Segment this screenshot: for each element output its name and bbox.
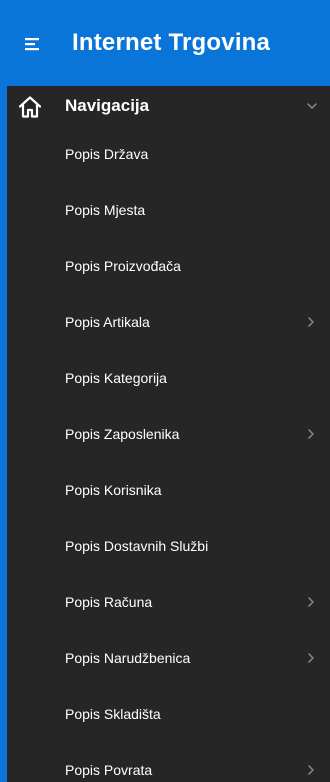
nav-item-label: Popis Država (65, 146, 149, 162)
nav-item-label: Popis Zaposlenika (65, 426, 180, 442)
nav-item[interactable]: Popis Artikala (7, 294, 330, 350)
hamburger-menu-icon (25, 38, 39, 51)
nav-item[interactable]: Popis Država (7, 126, 330, 182)
nav-item-label: Popis Povrata (65, 762, 153, 778)
menu-toggle-button[interactable] (12, 23, 54, 65)
nav-item[interactable]: Popis Narudžbenica (7, 630, 330, 686)
chevron-right-icon[interactable] (306, 652, 316, 664)
nav-item[interactable]: Popis Zaposlenika (7, 406, 330, 462)
nav-item-label: Popis Kategorija (65, 370, 167, 386)
nav-item-label: Popis Artikala (65, 314, 150, 330)
nav-item[interactable]: Popis Proizvođača (7, 238, 330, 294)
chevron-right-icon[interactable] (306, 316, 316, 328)
nav-item-label: Popis Narudžbenica (65, 650, 191, 666)
nav-root-item[interactable]: Navigacija (7, 86, 330, 126)
chevron-right-icon[interactable] (306, 596, 316, 608)
nav-item[interactable]: Popis Mjesta (7, 182, 330, 238)
sidebar-accent-stripe (0, 86, 7, 782)
nav-item[interactable]: Popis Skladišta (7, 686, 330, 742)
nav-root-label: Navigacija (65, 96, 150, 115)
chevron-right-icon[interactable] (306, 764, 316, 776)
nav-item-label: Popis Računa (65, 594, 153, 610)
app-header: Internet Trgovina (0, 0, 330, 86)
home-icon (18, 96, 42, 118)
nav-item[interactable]: Popis Povrata (7, 742, 330, 782)
nav-list: Popis Država Popis Mjesta Popis Proizvođač… (7, 126, 330, 782)
app-frame: Internet Trgovina Navigacija Popis Držav… (0, 0, 330, 782)
nav-item[interactable]: Popis Računa (7, 574, 330, 630)
nav-item-label: Popis Dostavnih Službi (65, 538, 209, 554)
chevron-down-icon[interactable] (306, 100, 318, 112)
nav-item[interactable]: Popis Korisnika (7, 462, 330, 518)
nav-item-label: Popis Proizvođača (65, 258, 181, 274)
nav-item-label: Popis Mjesta (65, 202, 146, 218)
nav-item-label: Popis Korisnika (65, 482, 162, 498)
app-title: Internet Trgovina (72, 29, 271, 56)
nav-item-label: Popis Skladišta (65, 706, 161, 722)
chevron-right-icon[interactable] (306, 428, 316, 440)
nav-item[interactable]: Popis Kategorija (7, 350, 330, 406)
nav-item[interactable]: Popis Dostavnih Službi (7, 518, 330, 574)
